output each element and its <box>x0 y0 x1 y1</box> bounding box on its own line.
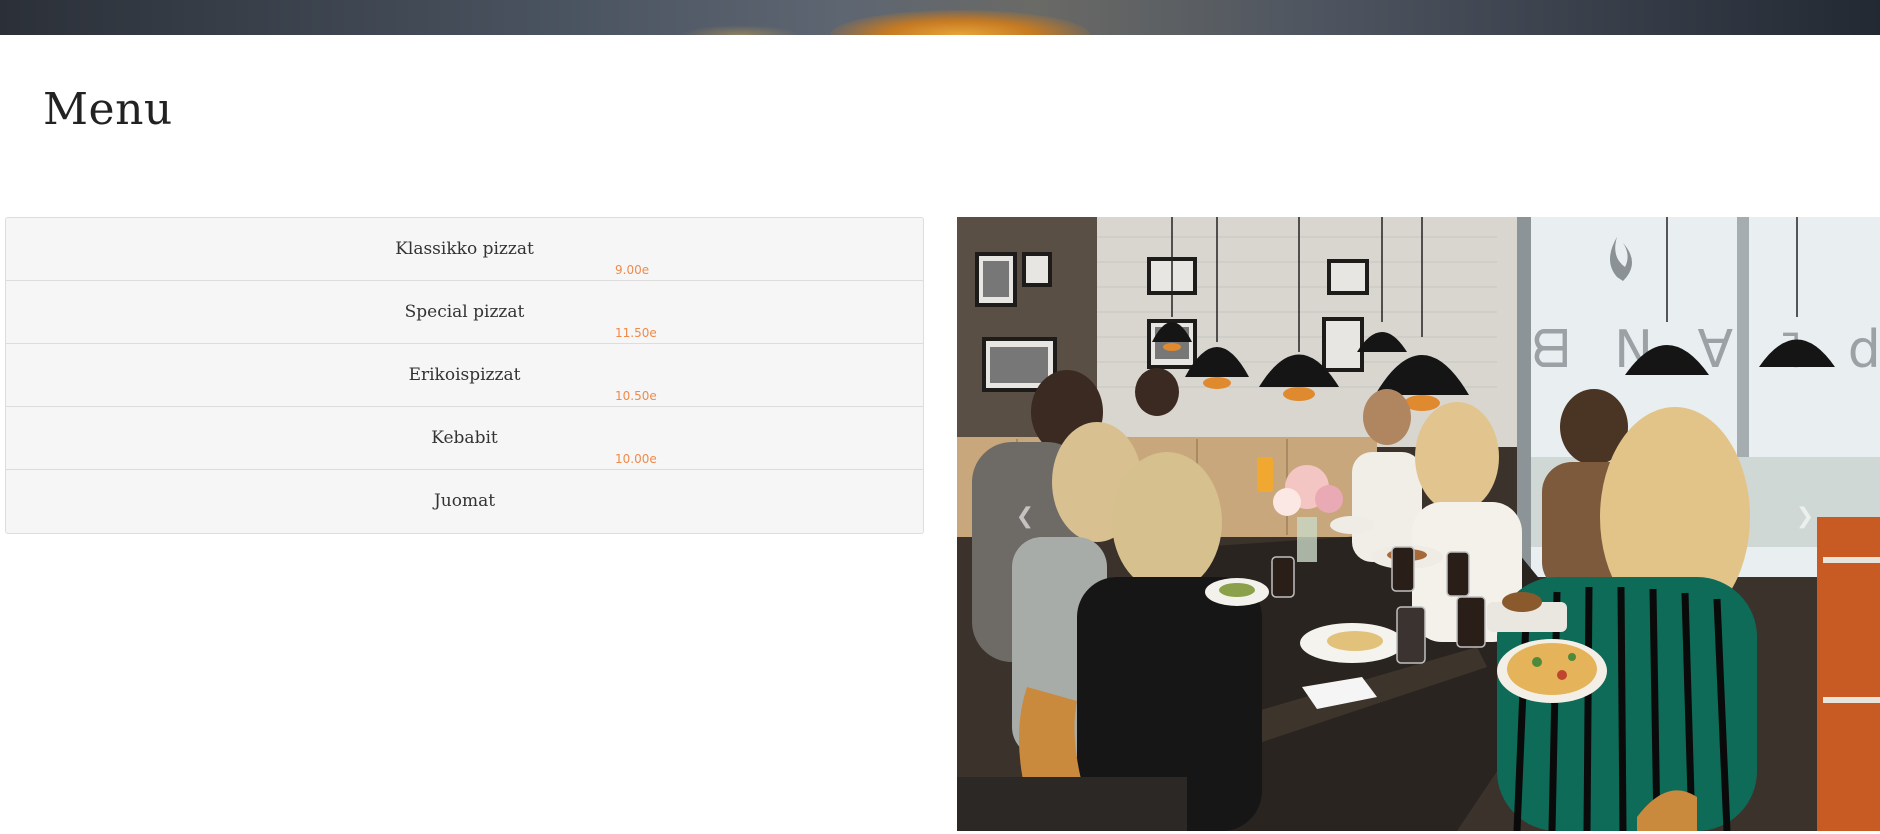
menu-item-name: Klassikko pizzat <box>395 239 534 259</box>
menu-item-klassikko-pizzat[interactable]: Klassikko pizzat 9.00e <box>6 218 923 281</box>
menu-item-special-pizzat[interactable]: Special pizzat 11.50e <box>6 281 923 344</box>
menu-item-erikoispizzat[interactable]: Erikoispizzat 10.50e <box>6 344 923 407</box>
restaurant-dining-photo: ᗺ N ∀ ˥ d <box>957 217 1880 831</box>
chevron-right-icon: ❯ <box>1795 504 1815 529</box>
menu-item-price: 11.50e <box>615 326 657 340</box>
menu-item-price: 10.50e <box>615 389 657 403</box>
menu-item-name: Kebabit <box>431 428 498 448</box>
page-title: Menu <box>43 84 173 135</box>
menu-item-juomat[interactable]: Juomat <box>6 470 923 533</box>
carousel-prev-button[interactable]: ❮ <box>1013 505 1037 529</box>
menu-item-price: 10.00e <box>615 452 657 466</box>
menu-item-name: Special pizzat <box>404 302 525 322</box>
menu-item-price: 9.00e <box>615 263 650 277</box>
hero-banner-strip <box>0 0 1880 35</box>
menu-category-list: Klassikko pizzat 9.00e Special pizzat 11… <box>5 217 924 534</box>
hero-food-shadow <box>680 25 800 35</box>
carousel-next-button[interactable]: ❯ <box>1793 505 1817 529</box>
menu-item-name: Erikoispizzat <box>408 365 521 385</box>
menu-item-kebabit[interactable]: Kebabit 10.00e <box>6 407 923 470</box>
chevron-left-icon: ❮ <box>1015 504 1035 529</box>
menu-item-name: Juomat <box>433 491 496 511</box>
restaurant-photo-carousel[interactable]: ᗺ N ∀ ˥ d <box>957 217 1880 831</box>
hero-food-highlight <box>830 10 1090 35</box>
